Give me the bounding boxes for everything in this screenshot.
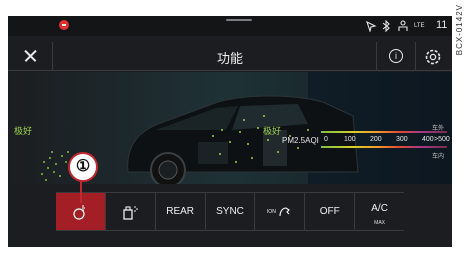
clock: 11 xyxy=(436,19,448,31)
sync-button[interactable]: SYNC xyxy=(204,193,255,230)
location-icon xyxy=(365,19,377,33)
gear-icon xyxy=(425,49,441,65)
off-button[interactable]: OFF xyxy=(304,193,354,230)
ac-max-button[interactable]: A/C MAX xyxy=(354,193,404,230)
outside-quality-label: 极好 xyxy=(14,126,33,136)
fragrance-button[interactable] xyxy=(104,193,155,230)
scale-tick: 100 xyxy=(344,136,356,143)
climate-control-bar: REAR SYNC ION OFF A/C MAX xyxy=(56,192,404,231)
aqi-scale-inside xyxy=(321,146,447,148)
bluetooth-icon xyxy=(381,19,391,33)
ionizer-icon xyxy=(279,206,290,216)
inside-quality-label: 极好 xyxy=(263,126,282,136)
screenshot-frame: LTE 11 功能 i 极好 极好 PM2.5AQI 0 100 200 300… xyxy=(0,0,464,267)
ionizer-button[interactable]: ION xyxy=(254,193,304,230)
car-alert-icon[interactable] xyxy=(59,20,69,30)
rear-button[interactable]: REAR xyxy=(154,193,205,230)
title-bar: 功能 i xyxy=(8,42,452,71)
info-button[interactable]: i xyxy=(376,42,416,70)
outside-label: 车外 xyxy=(432,126,445,132)
callout-marker: ① xyxy=(68,152,98,182)
pm25-label: PM2.5AQI xyxy=(282,136,319,145)
lte-signal-icon: LTE xyxy=(414,23,425,29)
settings-button[interactable] xyxy=(422,46,444,68)
scale-tick: 300 xyxy=(396,136,408,143)
infotainment-screen: LTE 11 功能 i 极好 极好 PM2.5AQI 0 100 200 300… xyxy=(8,16,452,247)
person-icon xyxy=(397,19,409,33)
ion-label: ION xyxy=(266,208,276,215)
info-icon: i xyxy=(389,49,403,63)
ac-label: A/C xyxy=(371,203,388,214)
scale-tick: 200 xyxy=(370,136,382,143)
status-bar: LTE 11 xyxy=(8,16,452,36)
fragrance-icon xyxy=(123,205,139,220)
inside-label: 车内 xyxy=(432,154,445,160)
scale-tick: >500 xyxy=(434,136,450,143)
scale-tick: 400 xyxy=(422,136,434,143)
callout-line xyxy=(80,180,82,203)
image-code: BCX-0142V xyxy=(455,4,464,56)
max-label: MAX xyxy=(374,220,385,226)
scale-tick: 0 xyxy=(324,136,328,143)
home-indicator[interactable] xyxy=(226,19,252,21)
aqi-scale-outside xyxy=(321,131,447,133)
air-purifier-icon xyxy=(73,205,86,220)
